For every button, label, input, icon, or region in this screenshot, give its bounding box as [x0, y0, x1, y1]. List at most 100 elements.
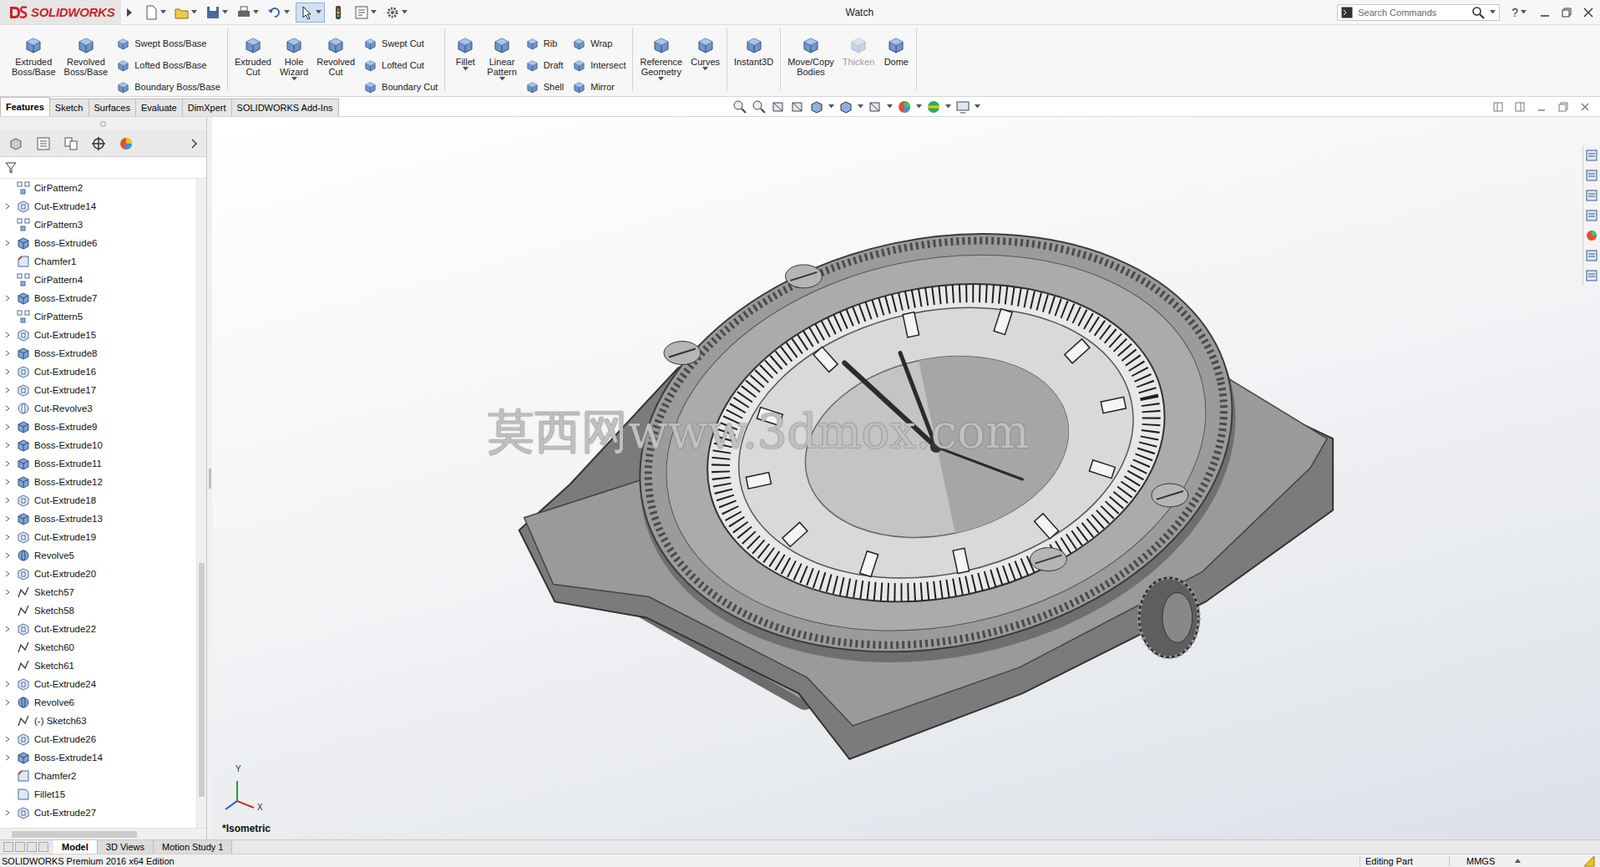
command-tab[interactable]: Evaluate	[135, 98, 183, 117]
expand-arrow-icon[interactable]	[5, 551, 11, 559]
tree-item[interactable]: Cut-Extrude24	[0, 674, 197, 694]
dropdown-caret-icon[interactable]	[160, 10, 167, 15]
dropdown-caret-icon[interactable]	[945, 104, 952, 109]
ribbon-small-button[interactable]: Boundary Cut	[359, 75, 441, 98]
doc-close-icon[interactable]	[1579, 101, 1590, 112]
dropdown-caret-icon[interactable]	[401, 10, 408, 15]
ribbon-small-button[interactable]: Draft	[521, 54, 568, 76]
expand-arrow-icon[interactable]	[5, 625, 11, 633]
graphics-area[interactable]: 莫西网www.3dmox.com Y X *Isometric	[212, 116, 1600, 840]
tree-item[interactable]: Boss-Extrude7	[0, 288, 197, 308]
appearances-icon[interactable]	[1584, 228, 1599, 243]
ribbon-small-button[interactable]: Intersect	[568, 54, 629, 76]
tree-horizontal-scrollbar[interactable]	[0, 827, 207, 840]
search-commands-field[interactable]: Search Commands	[1336, 4, 1500, 21]
ribbon-button[interactable]: RevolvedBoss/Base	[60, 28, 112, 79]
dropdown-caret-icon[interactable]	[253, 10, 259, 15]
tree-item[interactable]: Revolve5	[0, 546, 197, 565]
tree-item[interactable]: Boss-Extrude6	[0, 233, 197, 253]
display-manager-tab-icon[interactable]	[118, 136, 134, 152]
ribbon-button[interactable]: Thicken	[839, 28, 879, 69]
close-icon[interactable]	[1583, 7, 1594, 18]
edit-appearance-icon[interactable]	[896, 99, 912, 115]
previous-view-icon[interactable]	[770, 99, 786, 115]
quick-access-button[interactable]	[351, 3, 380, 22]
tree-item[interactable]: Cut-Extrude27	[0, 803, 197, 822]
expand-arrow-icon[interactable]	[5, 239, 11, 247]
dimxpert-tab-icon[interactable]	[91, 136, 107, 152]
ribbon-small-button[interactable]: Rib	[521, 32, 568, 55]
quick-access-button[interactable]	[172, 3, 200, 22]
expand-arrow-icon[interactable]	[5, 405, 11, 412]
expand-arrow-icon[interactable]	[5, 809, 11, 816]
dropdown-caret-icon[interactable]	[222, 10, 228, 15]
view-palette-icon[interactable]	[1584, 208, 1599, 223]
expand-arrow-icon[interactable]	[5, 294, 11, 302]
ribbon-button[interactable]: Dome	[879, 28, 913, 69]
tree-item[interactable]: (-) Sketch63	[0, 711, 197, 730]
expand-arrow-icon[interactable]	[5, 533, 11, 541]
panel-more-icon[interactable]	[191, 138, 198, 149]
property-manager-tab-icon[interactable]	[35, 136, 51, 152]
ribbon-button[interactable]: ExtrudedBoss/Base	[8, 28, 60, 79]
last-tab-icon[interactable]	[38, 841, 49, 852]
expand-arrow-icon[interactable]	[5, 386, 11, 394]
minimize-icon[interactable]	[1539, 7, 1550, 18]
tree-item[interactable]: Cut-Extrude18	[0, 491, 197, 510]
expand-arrow-icon[interactable]	[5, 460, 11, 467]
tree-item[interactable]: Cut-Extrude17	[0, 380, 197, 400]
tree-item[interactable]: Boss-Extrude11	[0, 454, 197, 473]
next-tab-icon[interactable]	[26, 841, 37, 852]
ribbon-small-button[interactable]: Wrap	[568, 32, 629, 55]
tree-item[interactable]: Boss-Extrude12	[0, 472, 197, 492]
tree-item[interactable]: Sketch61	[0, 656, 197, 675]
logo[interactable]: SOLIDWORKS	[0, 0, 122, 25]
expand-arrow-icon[interactable]	[5, 570, 11, 578]
dropdown-caret-icon[interactable]	[916, 104, 922, 109]
expand-arrow-icon[interactable]	[5, 754, 11, 761]
dropdown-caret-icon[interactable]	[370, 10, 377, 15]
tree-item[interactable]: Sketch60	[0, 637, 197, 657]
expand-arrow-icon[interactable]	[5, 698, 11, 706]
tree-item[interactable]: Fillet15	[0, 784, 197, 804]
ribbon-button[interactable]: Fillet	[448, 28, 482, 73]
tree-item[interactable]: Sketch58	[0, 601, 197, 620]
tree-item[interactable]: Chamfer1	[0, 252, 197, 271]
doc-minimize-icon[interactable]	[1536, 101, 1547, 112]
tree-item[interactable]: Cut-Extrude20	[0, 564, 197, 583]
tree-item[interactable]: CirPattern4	[0, 270, 197, 289]
expand-arrow-icon[interactable]	[5, 478, 11, 486]
ribbon-button[interactable]: LinearPattern	[483, 28, 520, 83]
ribbon-small-button[interactable]: Shell	[521, 75, 568, 98]
command-tab[interactable]: Sketch	[49, 98, 90, 117]
tree-item[interactable]: Sketch57	[0, 582, 197, 602]
model-tab[interactable]: Model	[53, 840, 98, 854]
tree-filter[interactable]	[0, 156, 207, 179]
ribbon-small-button[interactable]: Swept Cut	[359, 32, 441, 55]
quick-access-button[interactable]	[233, 3, 262, 22]
ribbon-small-button[interactable]: Mirror	[568, 75, 629, 98]
expand-arrow-icon[interactable]	[5, 202, 11, 210]
tree-item[interactable]: Boss-Extrude10	[0, 435, 197, 455]
dropdown-caret-icon[interactable]	[702, 66, 709, 71]
scene-icon[interactable]	[926, 99, 942, 115]
dropdown-caret-icon[interactable]	[462, 66, 469, 71]
tree-item[interactable]: Cut-Extrude22	[0, 619, 197, 638]
tree-item[interactable]: Boss-Extrude13	[0, 509, 197, 528]
tree-item[interactable]: CirPattern5	[0, 307, 197, 326]
quick-access-button[interactable]	[382, 3, 411, 22]
dropdown-caret-icon[interactable]	[974, 104, 981, 109]
expand-arrow-icon[interactable]	[5, 423, 11, 431]
dropdown-caret-icon[interactable]	[886, 104, 893, 109]
expand-arrow-icon[interactable]	[5, 735, 11, 743]
ribbon-button[interactable]: Instant3D	[730, 28, 777, 69]
section-view-icon[interactable]	[789, 99, 806, 115]
view-orientation-icon[interactable]	[809, 99, 825, 115]
dropdown-caret-icon[interactable]	[1489, 10, 1496, 15]
tile-left-icon[interactable]	[1493, 101, 1504, 112]
model-tab[interactable]: 3D Views	[97, 840, 154, 854]
help-button[interactable]: ?	[1511, 5, 1519, 20]
model-tab[interactable]: Motion Study 1	[153, 840, 233, 854]
dropdown-caret-icon[interactable]	[291, 76, 298, 82]
expand-arrow-icon[interactable]	[5, 496, 11, 504]
